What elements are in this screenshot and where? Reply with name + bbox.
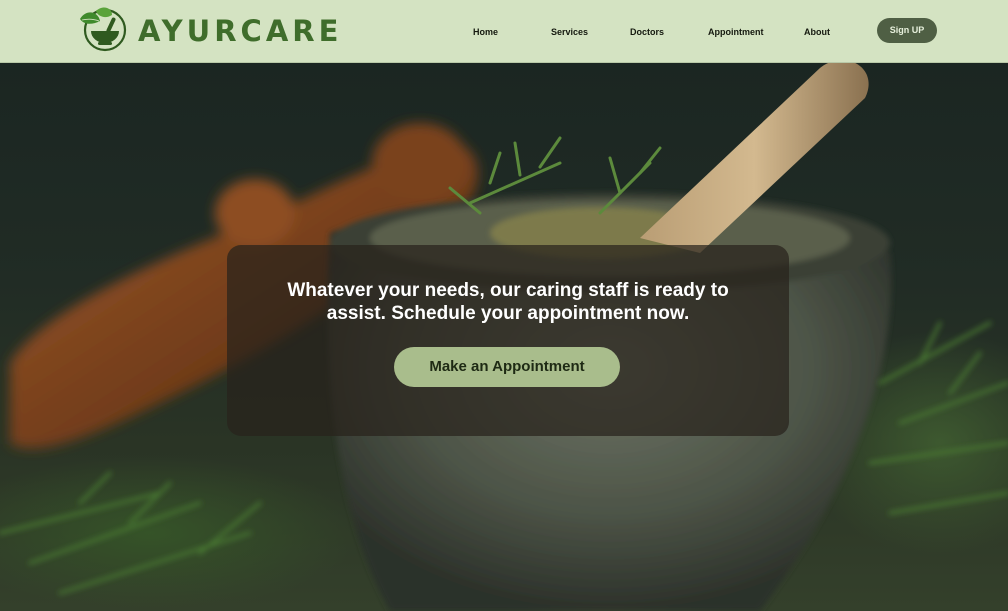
nav-appointment[interactable]: Appointment — [708, 25, 764, 39]
nav-about[interactable]: About — [804, 25, 830, 39]
make-appointment-button[interactable]: Make an Appointment — [394, 347, 620, 387]
nav-doctors[interactable]: Doctors — [630, 25, 664, 39]
nav-home[interactable]: Home — [473, 25, 498, 39]
signup-button[interactable]: Sign UP — [877, 18, 937, 43]
brand-wordmark: AYURCARE — [138, 14, 343, 48]
brand-logo[interactable]: AYURCARE — [76, 5, 338, 53]
hero-section: Whatever your needs, our caring staff is… — [0, 63, 1008, 611]
mortar-leaf-icon — [80, 7, 127, 52]
hero-message: Whatever your needs, our caring staff is… — [287, 280, 729, 324]
site-header: AYURCARE Home Services Doctors Appointme… — [0, 0, 1008, 63]
appointment-cta-card: Whatever your needs, our caring staff is… — [227, 245, 789, 436]
nav-services[interactable]: Services — [551, 25, 588, 39]
